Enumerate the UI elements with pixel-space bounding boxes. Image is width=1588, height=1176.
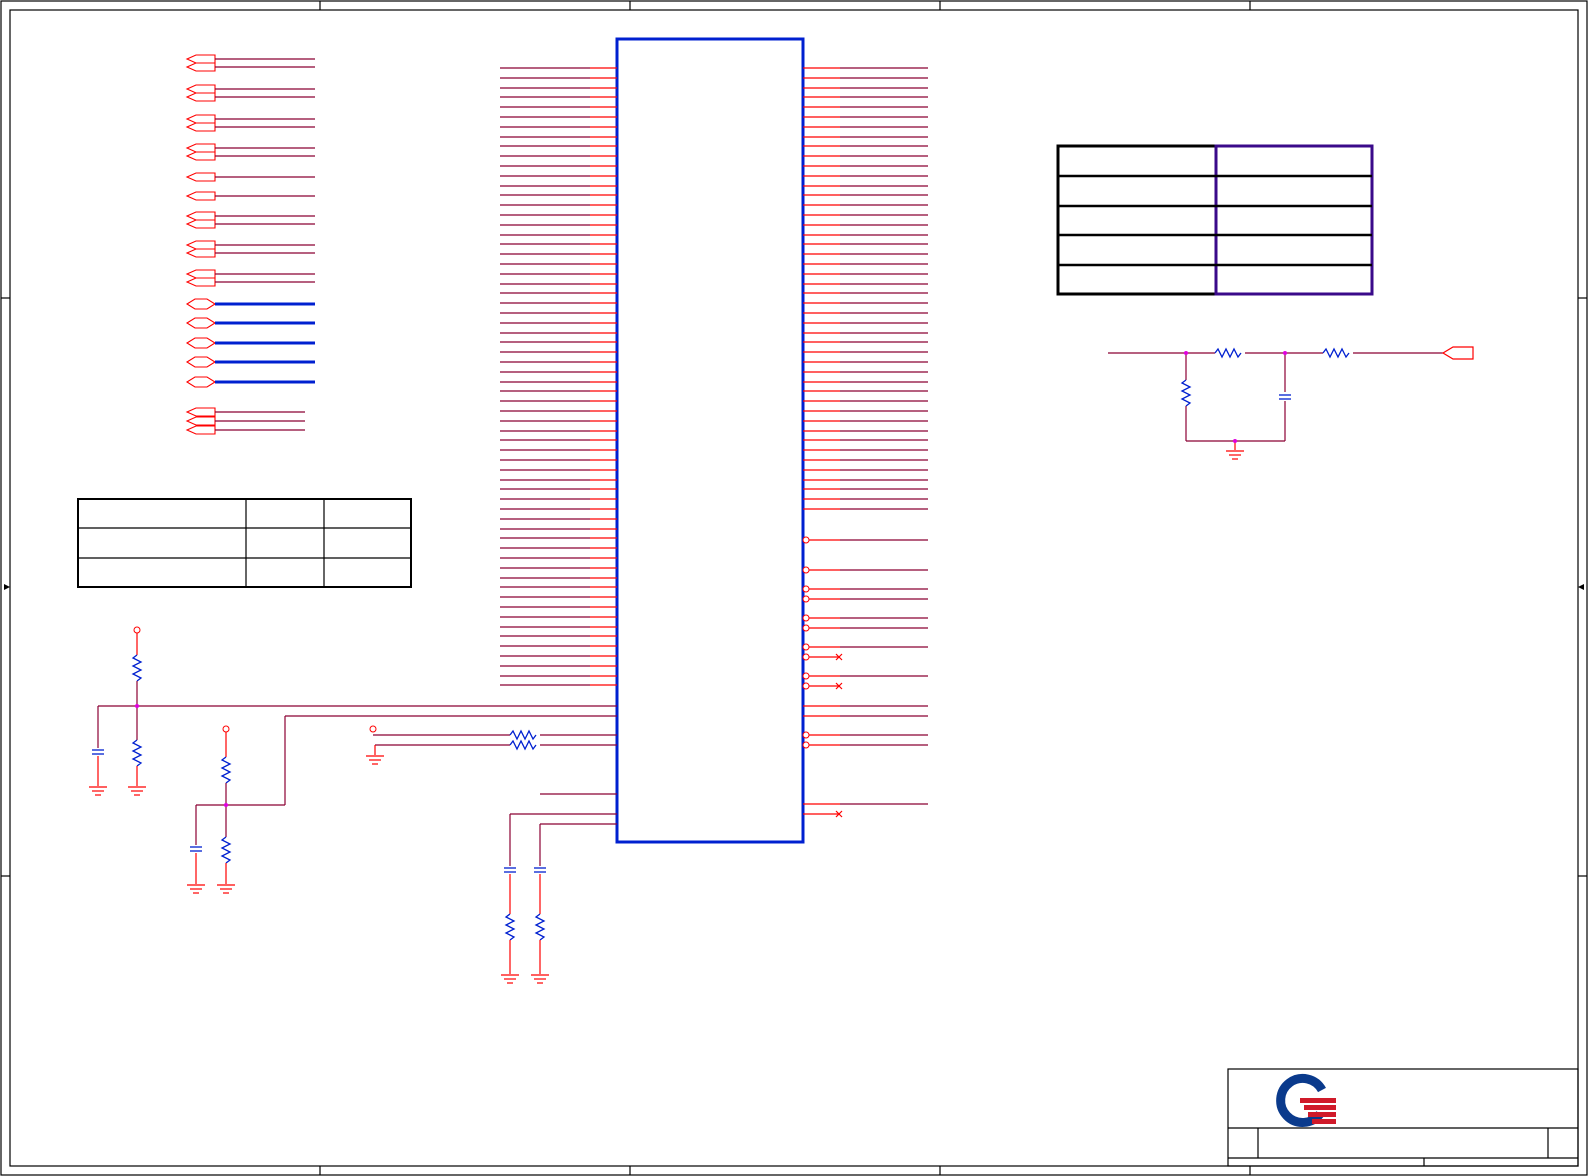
off-page-connector-icon [1441,346,1474,360]
off-page-connector-icon [185,356,315,368]
inversion-bubble [802,653,810,661]
capacitor-icon [190,846,202,852]
quanta-style-logo-icon [1276,1073,1336,1127]
resistor-zigzag-icon [534,913,546,941]
ground-symbol-icon [531,974,549,984]
main-ic-body [615,37,805,844]
inversion-bubble [802,536,810,544]
ground-symbol-icon [1226,450,1244,460]
capacitor-icon [534,867,546,873]
inversion-bubble [802,566,810,574]
resistor-zigzag-icon [1180,379,1192,407]
resistor-zigzag-icon [1322,347,1350,359]
capacitor-icon [92,749,104,755]
inversion-bubble [802,585,810,593]
series-resistors-middle [366,725,617,765]
right-config-table [1056,144,1374,296]
off-page-connector-icon [185,143,315,161]
capacitor-icon [1279,394,1291,400]
off-page-connector-icon [185,211,315,229]
off-page-connector-icon [185,54,315,72]
off-page-connector-icon [185,317,315,329]
inversion-bubble [802,595,810,603]
inversion-bubble [802,682,810,690]
resistor-zigzag-icon [131,739,143,767]
off-page-connector-icon [185,114,315,132]
resistor-zigzag-icon [504,913,516,941]
capacitor-icon [504,867,516,873]
off-page-connector-icon [185,240,315,258]
title-block [1227,1068,1579,1167]
off-page-connector-icon [185,407,305,435]
resistor-zigzag-icon [220,836,232,864]
ground-symbol-icon [501,974,519,984]
ground-symbol-icon [187,884,205,894]
off-page-connector-icon [185,84,315,102]
resistor-zigzag-icon [1214,347,1242,359]
inversion-bubble [802,624,810,632]
off-page-connector-icon [185,337,315,349]
ic-left-pin-group [500,67,617,686]
off-page-connector-icon [185,269,315,287]
ground-symbol-icon [128,786,146,796]
inversion-bubble [802,731,810,739]
offpage-connector-group [185,54,315,435]
bottom-rc-pair [501,793,617,984]
off-page-connector-icon [185,172,315,182]
ground-symbol-icon [366,755,384,765]
inversion-bubble [802,741,810,749]
ic-right-pin-group [802,67,928,818]
off-page-connector-icon [185,298,315,310]
inversion-bubble [802,672,810,680]
bias-network-left [89,626,617,894]
resistor-zigzag-icon [131,654,143,682]
resistor-zigzag-icon [509,729,537,741]
inversion-bubble [802,643,810,651]
resistor-zigzag-icon [220,756,232,784]
ground-symbol-icon [89,786,107,796]
off-page-connector-icon [185,376,315,388]
resistor-zigzag-icon [509,739,537,751]
rc-filter-network [1108,346,1474,460]
left-config-table [77,498,412,588]
off-page-connector-icon [185,191,315,201]
ground-symbol-icon [217,884,235,894]
inversion-bubble [802,614,810,622]
schematic-canvas [0,0,1588,1176]
